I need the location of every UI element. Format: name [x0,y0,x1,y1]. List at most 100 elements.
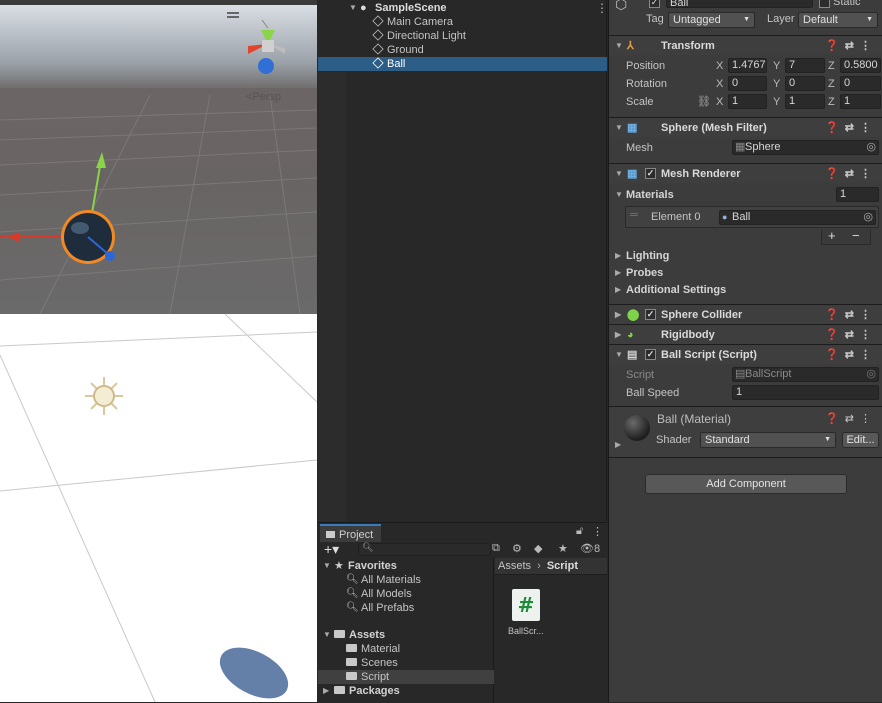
expand-arrow-icon[interactable]: ▼ [615,345,623,365]
tree-assets[interactable]: ▼ Assets [318,628,494,642]
element-material-field[interactable]: ● Ball ◎ [719,210,876,225]
collapse-arrow-icon[interactable]: ▶ [615,440,621,449]
lighting-foldout[interactable]: ▶ Lighting [609,247,882,265]
component-actions[interactable]: ❓⇄⋮ [825,118,877,138]
component-actions[interactable]: ❓⇄⋮ [825,345,877,365]
scene-view[interactable]: <Persp [0,0,317,702]
tree-folder-scenes[interactable]: Scenes [318,656,494,670]
hierarchy-item-main-camera[interactable]: Main Camera [318,15,607,29]
collapse-arrow-icon[interactable]: ▶ [615,305,621,325]
object-picker-icon[interactable]: ◎ [863,211,873,224]
favorite-item[interactable]: 🔍︎ All Materials [318,573,494,587]
shader-dropdown[interactable]: Standard [700,432,836,448]
expand-arrow-icon[interactable]: ▼ [615,164,623,184]
drag-handle-icon[interactable]: ═ [630,209,638,221]
breadcrumb-assets[interactable]: Assets [498,560,531,572]
enabled-checkbox[interactable]: ✓ [645,309,656,320]
axis-y-label[interactable]: Y [773,57,780,75]
active-checkbox[interactable]: ✓ [649,0,660,8]
component-actions[interactable]: ❓⇄⋮ [825,164,877,184]
edit-shader-button[interactable]: Edit... [842,432,879,448]
kebab-menu-icon[interactable]: ⋮ [592,525,603,538]
expand-arrow-icon[interactable]: ▼ [615,118,623,138]
component-actions[interactable]: ❓⇄⋮ [825,412,877,425]
collapse-arrow-icon[interactable]: ▶ [615,247,621,265]
add-element-button[interactable]: + [828,228,836,243]
axis-y-label[interactable]: Y [773,93,780,111]
expand-arrow-icon[interactable]: ▼ [349,1,357,15]
static-checkbox[interactable] [819,0,830,8]
component-mesh-renderer-header[interactable]: ▼ ▦ ✓ Mesh Renderer ❓⇄⋮ [609,163,882,183]
object-picker-icon[interactable]: ◎ [866,141,876,154]
position-x-field[interactable]: 1.4767 [728,58,767,73]
position-y-field[interactable]: 7 [785,58,825,73]
tag-dropdown[interactable]: Untagged [668,12,755,28]
csharp-script-icon[interactable]: # [512,589,540,621]
tree-packages[interactable]: ▶ Packages [318,684,494,698]
expand-arrow-icon[interactable]: ▼ [615,36,623,56]
component-actions[interactable]: ❓⇄⋮ [825,325,877,345]
scene-root-row[interactable]: ▼ ● SampleScene ⋮ [318,1,608,15]
axis-x-label[interactable]: X [716,75,723,93]
collapse-arrow-icon[interactable]: ▶ [615,264,621,282]
rotation-y-field[interactable]: 0 [785,76,825,91]
axis-z-label[interactable]: Z [828,57,835,75]
label-tag-icon[interactable]: ◆ [534,542,542,555]
hierarchy-item-directional-light[interactable]: Directional Light [318,29,607,43]
axis-x-label[interactable]: X [716,57,723,75]
create-plus-button[interactable]: +▾ [324,541,339,558]
component-transform-header[interactable]: ▼ ⅄ Transform ❓⇄⋮ [609,35,882,55]
ball-speed-label[interactable]: Ball Speed [626,384,679,402]
mesh-object-field[interactable]: ▦ Sphere ◎ [732,140,879,155]
collapse-arrow-icon[interactable]: ▶ [323,684,329,698]
expand-arrow-icon[interactable]: ▼ [323,559,331,573]
add-component-button[interactable]: Add Component [645,474,847,494]
object-name-input[interactable]: Ball [666,0,813,8]
axis-z-label[interactable]: Z [828,93,835,111]
tree-favorites[interactable]: ▼ ★ Favorites [318,559,494,573]
hidden-packages-icon[interactable]: 👁︎8 [580,542,600,555]
component-actions[interactable]: ❓⇄⋮ [825,305,877,325]
tab-project[interactable]: Project [320,524,382,542]
position-z-field[interactable]: 0.5800 [840,58,881,73]
component-sphere-collider-header[interactable]: ▶ ⬤ ✓ Sphere Collider ❓⇄⋮ [609,304,882,324]
hierarchy-item-ground[interactable]: Ground [318,43,607,57]
favorite-star-icon[interactable]: ★ [558,542,568,555]
breadcrumb-script[interactable]: Script [547,560,578,572]
materials-row[interactable]: ▼ Materials 1 [609,186,882,204]
project-search-input[interactable]: 🔍︎ [358,542,491,556]
ball-speed-field[interactable]: 1 [732,385,879,400]
search-by-type-icon[interactable]: ⧉ [492,542,500,555]
layer-dropdown[interactable]: Default [798,12,878,28]
enabled-checkbox[interactable]: ✓ [645,349,656,360]
collapse-arrow-icon[interactable]: ▶ [615,281,621,299]
probes-foldout[interactable]: ▶ Probes [609,264,882,282]
filter-icon[interactable]: ⚙ [512,542,522,555]
expand-arrow-icon[interactable]: ▼ [615,186,623,204]
component-actions[interactable]: ❓⇄⋮ [825,36,877,56]
enabled-checkbox[interactable]: ✓ [645,168,656,179]
rotation-z-field[interactable]: 0 [840,76,881,91]
lock-icon[interactable]: 🔓︎ [576,525,583,538]
file-name-label[interactable]: BallScr... [508,626,544,636]
persp-label[interactable]: <Persp [246,91,281,103]
constrain-link-icon[interactable]: ⛓ [697,93,711,111]
component-mesh-filter-header[interactable]: ▼ ▦ Sphere (Mesh Filter) ❓⇄⋮ [609,117,882,137]
axis-y-label[interactable]: Y [773,75,780,93]
axis-z-label[interactable]: Z [828,75,835,93]
scale-x-field[interactable]: 1 [728,94,767,109]
tree-folder-script[interactable]: Script [318,670,494,684]
component-rigidbody-header[interactable]: ▶ ◕ Rigidbody ❓⇄⋮ [609,324,882,344]
remove-element-button[interactable]: − [852,228,860,243]
materials-count-field[interactable]: 1 [836,187,879,202]
favorite-item[interactable]: 🔍︎ All Models [318,587,494,601]
kebab-menu-icon[interactable]: ⋮ [596,1,608,15]
hierarchy-item-ball[interactable]: Ball [318,57,607,71]
rotation-x-field[interactable]: 0 [728,76,767,91]
scale-z-field[interactable]: 1 [840,94,881,109]
scale-y-field[interactable]: 1 [785,94,825,109]
favorite-item[interactable]: 🔍︎ All Prefabs [318,601,494,615]
tree-folder-material[interactable]: Material [318,642,494,656]
axis-x-label[interactable]: X [716,93,723,111]
additional-settings-foldout[interactable]: ▶ Additional Settings [609,281,882,299]
